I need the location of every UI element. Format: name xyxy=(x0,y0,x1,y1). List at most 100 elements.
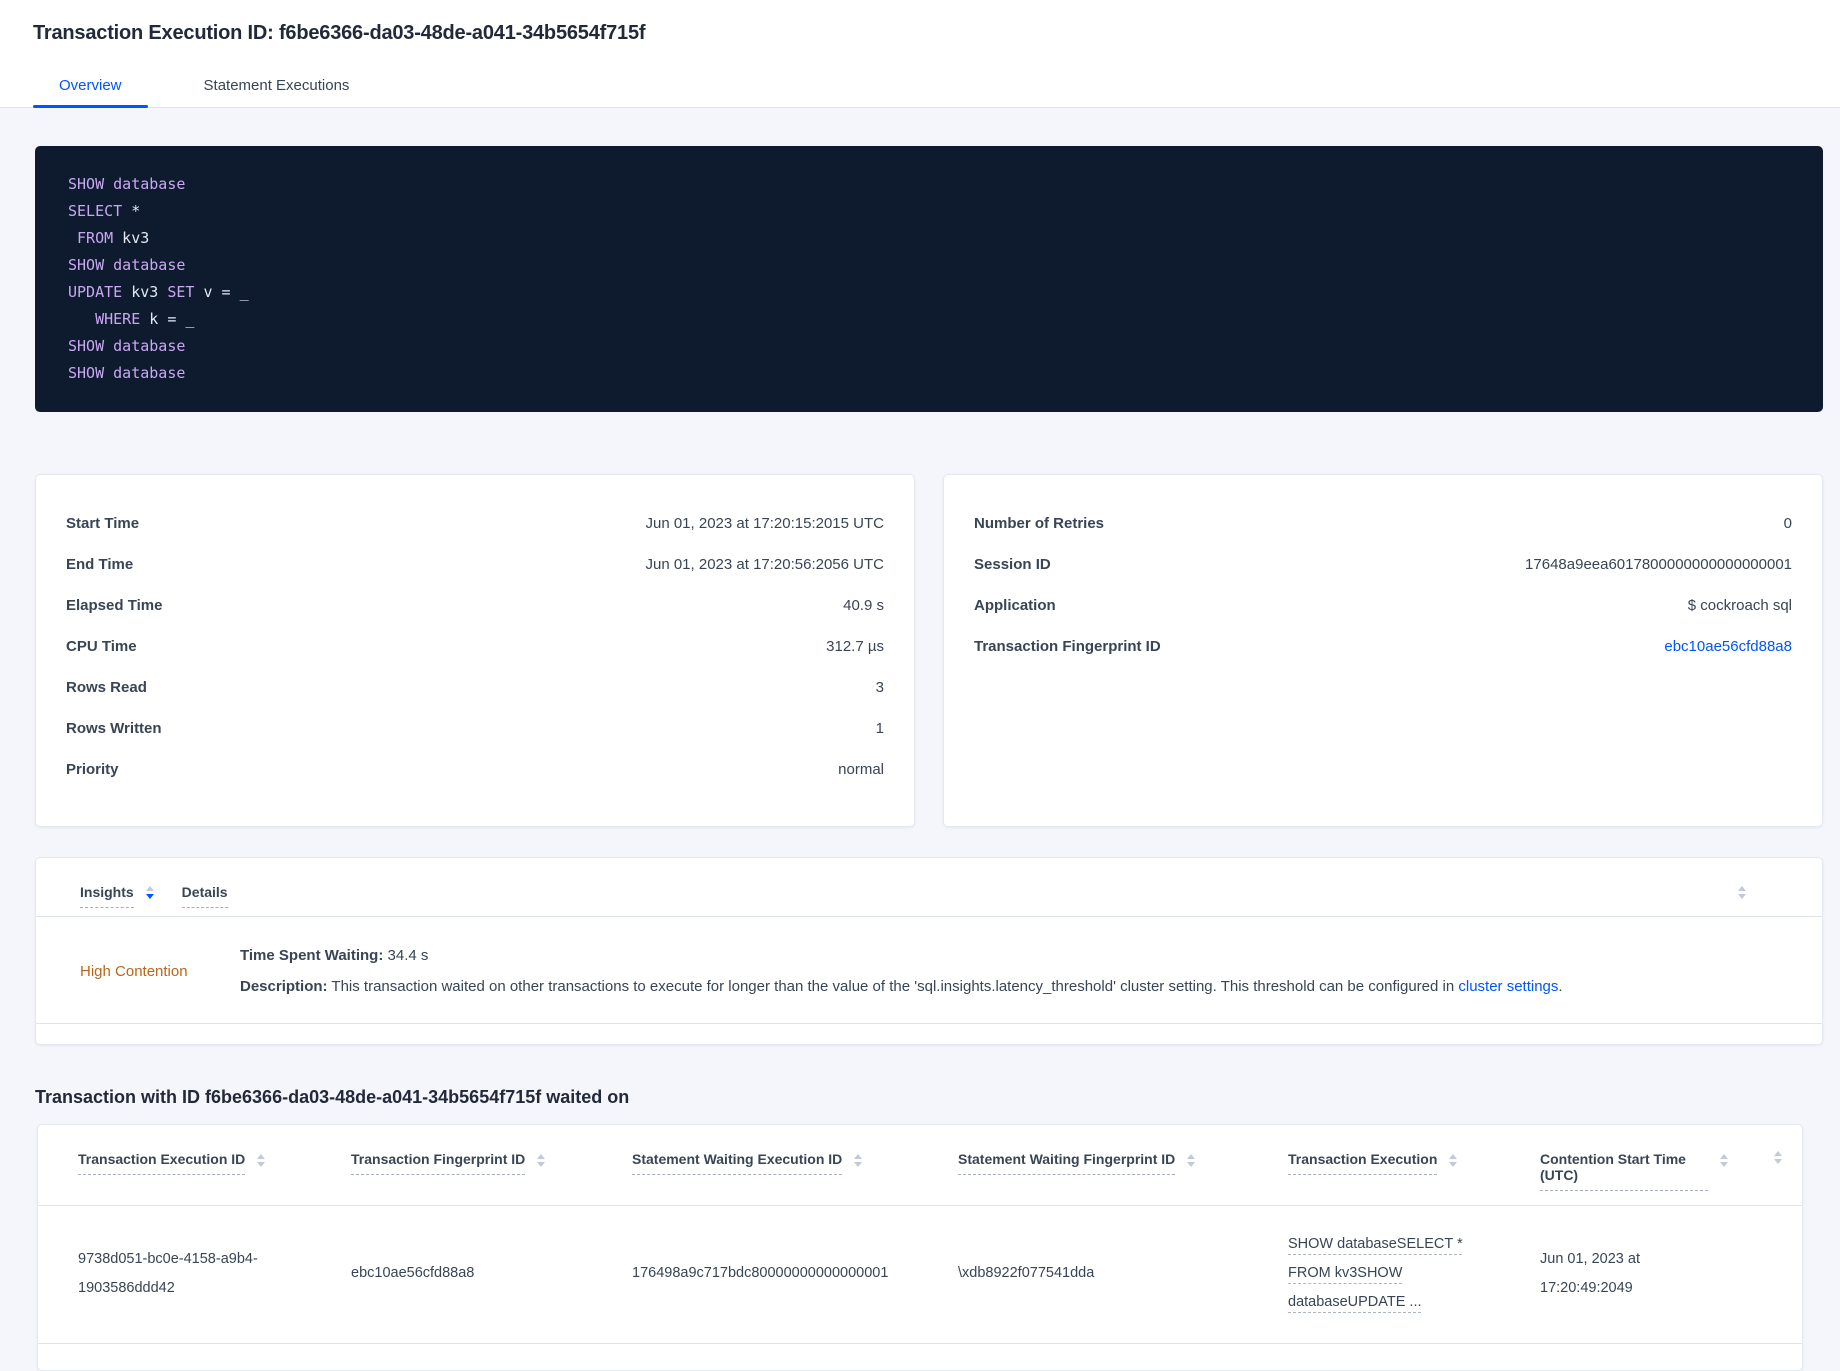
stat-value: 40.9 s xyxy=(843,597,884,614)
insight-row: High Contention Time Spent Waiting: 34.4… xyxy=(36,917,1822,1024)
column-header-insights[interactable]: Insights xyxy=(80,884,134,908)
stat-row-session-id: Session ID 17648a9eea60178000000000000000… xyxy=(974,556,1792,573)
stat-value: 0 xyxy=(1783,515,1792,532)
tab-overview[interactable]: Overview xyxy=(33,71,148,108)
stat-value: 1 xyxy=(875,720,884,737)
cell-transaction-execution: SHOW databaseSELECT * FROM kv3SHOW datab… xyxy=(1288,1230,1540,1317)
stat-row-cpu-time: CPU Time 312.7 µs xyxy=(66,638,884,655)
insight-description: Description: This transaction waited on … xyxy=(240,976,1778,997)
sql-statements-box: SHOW database SELECT * FROM kv3 SHOW datab… xyxy=(35,146,1823,412)
execution-stats-card: Start Time Jun 01, 2023 at 17:20:15:2015 … xyxy=(35,474,915,827)
sort-icon-statement-waiting-execution-id[interactable] xyxy=(854,1154,863,1167)
sort-icon-transaction-execution[interactable] xyxy=(1449,1154,1458,1167)
column-header-contention-start-time-utc[interactable]: Contention Start Time (UTC) xyxy=(1540,1151,1746,1191)
stat-label: Priority xyxy=(66,761,119,778)
stat-label: CPU Time xyxy=(66,638,137,655)
stat-row-start-time: Start Time Jun 01, 2023 at 17:20:15:2015 … xyxy=(66,515,884,532)
cluster-settings-link[interactable]: cluster settings xyxy=(1458,978,1558,995)
main-content: SHOW database SELECT * FROM kv3 SHOW datab… xyxy=(0,108,1840,1371)
sql-code-line: WHERE k = _ xyxy=(95,310,195,328)
summary-cards-row: Start Time Jun 01, 2023 at 17:20:15:2015 … xyxy=(35,474,1823,827)
waited-on-header-row: Transaction Execution ID Transaction Fing… xyxy=(38,1125,1802,1206)
column-header-statement-waiting-fingerprint-id[interactable]: Statement Waiting Fingerprint ID xyxy=(958,1151,1288,1191)
time-spent-waiting-value: 34.4 s xyxy=(383,947,429,964)
stat-row-rows-read: Rows Read 3 xyxy=(66,679,884,696)
stat-label: Elapsed Time xyxy=(66,597,163,614)
sql-code-line: SHOW database xyxy=(68,256,186,274)
waited-on-table: Transaction Execution ID Transaction Fing… xyxy=(37,1124,1803,1371)
column-header-transaction-execution-id[interactable]: Transaction Execution ID xyxy=(78,1151,351,1191)
stat-row-rows-written: Rows Written 1 xyxy=(66,720,884,737)
page-header: Transaction Execution ID: f6be6366-da03-… xyxy=(0,0,1840,108)
stat-row-elapsed-time: Elapsed Time 40.9 s xyxy=(66,597,884,614)
description-text: This transaction waited on other transac… xyxy=(327,978,1459,995)
sql-code-line: UPDATE kv3 SET v = _ xyxy=(68,283,249,301)
cell-transaction-execution-id: 9738d051-bc0e-4158-a9b4-1903586ddd42 xyxy=(78,1250,258,1296)
stat-label: Rows Written xyxy=(66,720,162,737)
tab-overview-label: Overview xyxy=(59,77,122,94)
stat-row-number-of-retries: Number of Retries 0 xyxy=(974,515,1792,532)
column-header-transaction-fingerprint-id[interactable]: Transaction Fingerprint ID xyxy=(351,1151,632,1191)
stat-row-priority: Priority normal xyxy=(66,761,884,778)
sort-icon-statement-waiting-fingerprint-id[interactable] xyxy=(1187,1154,1196,1167)
column-header-transaction-execution[interactable]: Transaction Execution xyxy=(1288,1151,1540,1191)
sql-code-line: FROM kv3 xyxy=(77,229,150,247)
session-stats-card: Number of Retries 0 Session ID 17648a9eea60… xyxy=(943,474,1823,827)
cell-statement-waiting-execution-id: 176498a9c717bdc80000000000000001 xyxy=(632,1265,889,1281)
waited-on-heading: Transaction with ID f6be6366-da03-48de-a… xyxy=(35,1087,630,1107)
column-header-details: Details xyxy=(181,884,228,908)
column-header-label: Statement Waiting Fingerprint ID xyxy=(958,1151,1176,1175)
column-header-statement-waiting-execution-id[interactable]: Statement Waiting Execution ID xyxy=(632,1151,958,1191)
sort-icon-transaction-execution-id[interactable] xyxy=(257,1154,266,1167)
column-header-label: Contention Start Time (UTC) xyxy=(1540,1151,1708,1191)
header-spacer xyxy=(1746,1151,1782,1191)
insights-table: Insights Details High Contention Time Sp… xyxy=(35,857,1823,1045)
stat-value: 3 xyxy=(875,679,884,696)
stat-value: normal xyxy=(838,761,884,778)
cell-statement-waiting-fingerprint-id: \xdb8922f077541dda xyxy=(958,1265,1095,1281)
sql-code-line: SHOW database xyxy=(68,337,186,355)
sort-icon-insights[interactable] xyxy=(145,886,154,899)
column-header-label: Transaction Fingerprint ID xyxy=(351,1151,526,1175)
transaction-execution-link[interactable]: SHOW databaseSELECT * FROM kv3SHOW datab… xyxy=(1288,1230,1488,1317)
description-suffix: . xyxy=(1558,978,1563,995)
stat-label: Application xyxy=(974,597,1056,614)
cell-contention-start-time: Jun 01, 2023 at 17:20:49:2049 xyxy=(1540,1250,1640,1296)
stat-label: Transaction Fingerprint ID xyxy=(974,638,1161,655)
stat-label: Start Time xyxy=(66,515,140,532)
stat-row-transaction-fingerprint-id: Transaction Fingerprint ID ebc10ae56cfd88… xyxy=(974,638,1792,655)
sql-code-line: SELECT * xyxy=(68,202,141,220)
insights-table-header: Insights Details xyxy=(36,858,1822,917)
sql-code-line: SHOW database xyxy=(68,175,186,193)
stat-value: 17648a9eea6017800000000000000001 xyxy=(1525,556,1792,573)
transaction-fingerprint-id-link[interactable]: ebc10ae56cfd88a8 xyxy=(1664,638,1792,655)
insight-type-badge: High Contention xyxy=(80,962,188,980)
stat-label: Session ID xyxy=(974,556,1051,573)
tab-statement-executions[interactable]: Statement Executions xyxy=(178,71,376,107)
tab-statement-executions-label: Statement Executions xyxy=(203,77,350,94)
stat-value: Jun 01, 2023 at 17:20:56:2056 UTC xyxy=(645,556,884,573)
sort-icon-right[interactable] xyxy=(1738,886,1746,899)
stat-label: Number of Retries xyxy=(974,515,1105,532)
time-spent-waiting: Time Spent Waiting: 34.4 s xyxy=(240,945,1778,966)
sort-icon-right[interactable] xyxy=(1774,1151,1782,1191)
insight-details: Time Spent Waiting: 34.4 s Description: … xyxy=(240,945,1778,997)
sort-icon-contention-start-time-utc[interactable] xyxy=(1720,1154,1728,1167)
sql-code: SHOW database SELECT * FROM kv3 SHOW datab… xyxy=(68,171,1790,387)
stat-row-end-time: End Time Jun 01, 2023 at 17:20:56:2056 UT… xyxy=(66,556,884,573)
stat-label: End Time xyxy=(66,556,134,573)
time-spent-waiting-label: Time Spent Waiting: xyxy=(240,947,384,964)
cell-transaction-fingerprint-id: ebc10ae56cfd88a8 xyxy=(351,1265,475,1281)
column-header-label: Transaction Execution xyxy=(1288,1151,1438,1175)
page-title: Transaction Execution ID: f6be6366-da03-… xyxy=(33,22,646,44)
sql-code-line: SHOW database xyxy=(68,364,186,382)
insights-table-footer xyxy=(36,1024,1822,1044)
stat-value: 312.7 µs xyxy=(826,638,884,655)
stat-label: Rows Read xyxy=(66,679,147,696)
column-header-label: Transaction Execution ID xyxy=(78,1151,246,1175)
stat-row-application: Application $ cockroach sql xyxy=(974,597,1792,614)
tab-bar: Overview Statement Executions xyxy=(33,71,1807,108)
description-label: Description: xyxy=(240,978,328,995)
waited-on-data-row: 9738d051-bc0e-4158-a9b4-1903586ddd42 ebc1… xyxy=(38,1206,1802,1344)
sort-icon-transaction-fingerprint-id[interactable] xyxy=(537,1154,546,1167)
